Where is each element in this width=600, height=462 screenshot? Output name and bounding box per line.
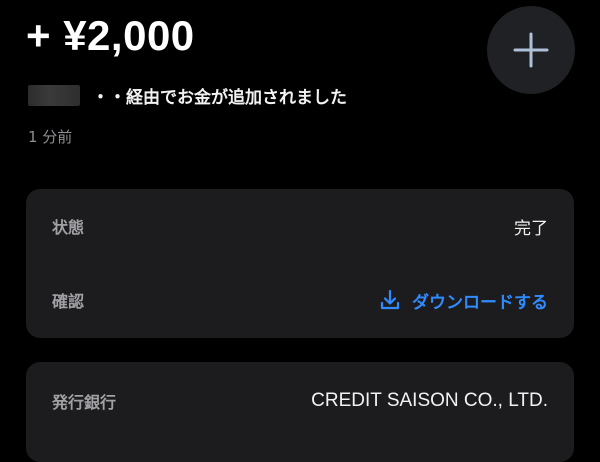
plus-icon: [513, 32, 549, 68]
transaction-time: 1 分前: [28, 128, 73, 146]
download-icon: [380, 289, 400, 310]
transaction-description-line: ・・経由でお金が追加されました: [28, 82, 347, 108]
status-row: 状態 完了: [52, 189, 548, 263]
bank-value: CREDIT SAISON CO., LTD.: [311, 390, 548, 411]
confirm-row: 確認 ダウンロードする: [52, 263, 548, 337]
redacted-sender-name: [28, 84, 80, 106]
add-button[interactable]: [487, 6, 575, 94]
status-value: 完了: [514, 218, 548, 239]
transaction-amount: + ¥2,000: [26, 12, 195, 59]
status-label: 状態: [52, 218, 85, 237]
bank-row: 発行銀行 CREDIT SAISON CO., LTD.: [52, 362, 548, 440]
transaction-description: ・・経由でお金が追加されました: [92, 87, 347, 108]
download-button[interactable]: ダウンロードする: [378, 288, 548, 313]
bank-label: 発行銀行: [52, 393, 117, 412]
download-label: ダウンロードする: [412, 292, 548, 313]
confirm-label: 確認: [52, 292, 85, 311]
bank-card: 発行銀行 CREDIT SAISON CO., LTD.: [26, 362, 574, 462]
details-card: 状態 完了 確認 ダウンロードする: [26, 189, 574, 338]
